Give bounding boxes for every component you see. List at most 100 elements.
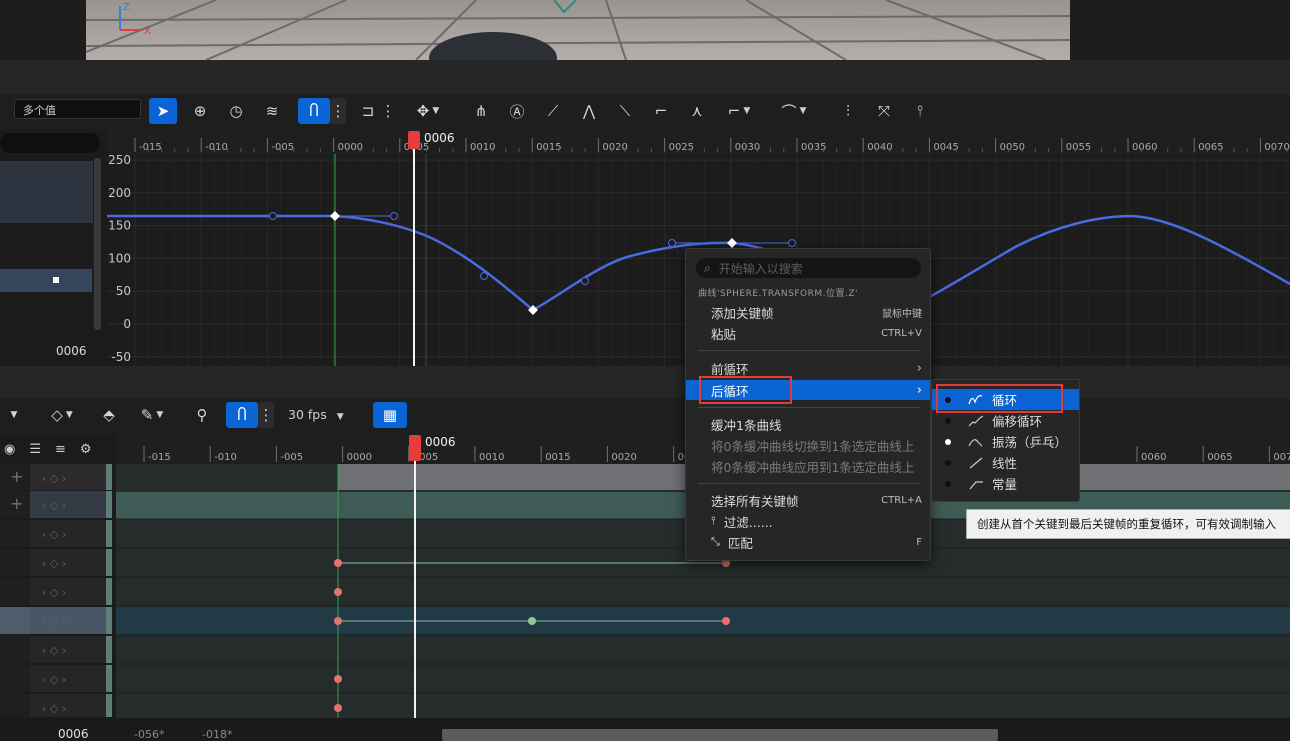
submenu-item-oscillate[interactable]: 振荡（乒乓） (932, 431, 1079, 452)
ruler-label: 0000 (338, 142, 363, 153)
curve-context-menu: ⌕ 开始输入以搜索 曲线'SPHERE.TRANSFORM.位置.Z' 添加关键… (685, 248, 931, 561)
key-nav-icons: ‹ ◇ › (42, 528, 66, 541)
submenu-item-offset-cycle[interactable]: 偏移循环 (932, 410, 1079, 431)
chevron-down-icon: ▼ (336, 412, 344, 422)
chevron-down-icon: ▼ (10, 410, 18, 420)
post-infinity-dropdown[interactable]: ⌒ ▼ (774, 98, 814, 124)
snap-time-button[interactable]: ⊐ (354, 98, 382, 124)
outliner-scrollbar[interactable] (94, 158, 101, 330)
track-color-strip (106, 491, 112, 518)
pencil-icon: ✎ (140, 406, 154, 424)
track-color-strip (106, 520, 112, 547)
view-start-frame[interactable]: -056* (134, 728, 164, 741)
more-vertical-icon: ⋮ (380, 102, 396, 120)
swap-buffer-item[interactable]: 将0条缓冲曲线切换到1条选定曲线上 (686, 435, 930, 455)
apply-buffer-item[interactable]: 将0条缓冲曲线应用到1条选定曲线上 (686, 456, 930, 476)
transform-tool-button[interactable]: ⊕ (186, 98, 214, 124)
add-key-item[interactable]: 添加关键帧 鼠标中键 (686, 302, 930, 322)
outliner-row-selected[interactable] (0, 161, 93, 223)
sequencer-snap-button[interactable]: Ⴖ (226, 402, 258, 428)
y-axis-label: -50 (111, 350, 131, 364)
ruler-label: -010 (214, 452, 237, 463)
outliner-search-input[interactable] (0, 133, 100, 153)
ruler-label: 0025 (669, 142, 694, 153)
snap-options-button[interactable]: ⋮ (258, 402, 274, 428)
fit-item[interactable]: ⤡ 匹配 F (686, 532, 930, 552)
view-end-frame[interactable]: -018* (202, 728, 232, 741)
fps-dropdown[interactable]: 30 fps ▼ (288, 407, 344, 422)
multi-scale-button[interactable]: ≋ (258, 98, 286, 124)
submenu-item-constant[interactable]: 常量 (932, 473, 1079, 494)
ruler-label: 0065 (1198, 142, 1223, 153)
snap-time-icon: ⊐ (361, 102, 375, 120)
bake-button[interactable]: ⤧ (870, 98, 898, 124)
track-keyframe (528, 617, 536, 625)
marker-button[interactable]: ⚲ (190, 402, 214, 428)
interp-constant-button[interactable]: ⌐ (647, 98, 675, 124)
playhead-line (414, 461, 416, 718)
timeline-scrollbar[interactable] (442, 729, 998, 741)
tangent-handle (668, 239, 676, 247)
select-all-keys-item[interactable]: 选择所有关键帧 CTRL+A (686, 490, 930, 510)
retime-tool-button[interactable]: ◷ (222, 98, 250, 124)
waves-icon: ≋ (265, 102, 279, 120)
value-field[interactable]: 多个值 (14, 99, 141, 119)
select-all-label: 选择所有关键帧 (711, 493, 799, 509)
framing-dropdown[interactable]: ✥ ▼ (406, 98, 450, 124)
tooltip: 创建从首个关键到最后关键帧的重复循环，可有效调制输入 (966, 509, 1290, 539)
submenu-label: 振荡（乒乓） (992, 435, 1068, 450)
tangent-break-icon: ⋀ (582, 102, 596, 120)
key-nav-icons: ‹ ◇ › (42, 586, 66, 599)
buffer-curve-label: 缓冲1条曲线 (711, 417, 782, 433)
ruler-label: 0065 (1207, 452, 1232, 463)
auto-key-button[interactable]: ⬘ (95, 402, 123, 428)
chevron-down-icon: ▼ (65, 410, 73, 420)
ruler-label: 0000 (347, 452, 372, 463)
menu-search-input[interactable]: ⌕ 开始输入以搜索 (696, 258, 921, 278)
filter-item[interactable]: ⫯ 过滤...... (686, 511, 930, 531)
tangent-handle (581, 277, 589, 285)
interp-linear-button[interactable]: ⟍ (611, 98, 639, 124)
pre-infinity-item[interactable]: 前循环 › (686, 358, 930, 378)
pre-infinity-dropdown[interactable]: ⌐ ▼ (719, 98, 759, 124)
curve-time-ruler[interactable]: -015-010-0050000000500100015002000250030… (107, 130, 1290, 154)
buffer-curve-item[interactable]: 缓冲1条曲线 (686, 414, 930, 434)
tangent-user-button[interactable]: ⟋ (539, 98, 567, 124)
submenu-item-linear[interactable]: 线性 (932, 452, 1079, 473)
key-interp-dropdown[interactable]: ◇ ▼ (44, 402, 80, 428)
edit-mode-dropdown[interactable]: ✎ ▼ (132, 402, 172, 428)
level-viewport[interactable]: Z X (86, 0, 1070, 60)
tangent-break-button[interactable]: ⋀ (575, 98, 603, 124)
curve-editor-toggle[interactable]: ▦ (373, 402, 407, 428)
filter-label: 过滤...... (723, 514, 773, 530)
filter-curve-button[interactable]: ⫯ (906, 98, 934, 124)
constant-icon (969, 480, 983, 489)
playhead-handle[interactable] (409, 435, 421, 461)
playhead-frame-label: 0006 (424, 131, 455, 145)
bake-icon: ⤧ (877, 102, 890, 120)
playback-options-dropdown[interactable]: ▼ (0, 402, 28, 428)
fit-label: 匹配 (727, 535, 753, 551)
ruler-label: 0055 (1066, 142, 1091, 153)
key-nav-icons: ‹ ◇ › (42, 673, 66, 686)
select-tool-button[interactable]: ➤ (149, 98, 177, 124)
ruler-label: 0035 (801, 142, 826, 153)
paste-item[interactable]: 粘贴 CTRL+V (686, 323, 930, 343)
flatten-button[interactable]: ⋏ (683, 98, 711, 124)
snap-time-options[interactable]: ⋮ (380, 98, 396, 124)
normalize-button[interactable]: ⫶ (834, 98, 862, 124)
snap-toggle-button[interactable]: Ⴖ (298, 98, 330, 124)
post-infinity-icon: ⌒ (781, 102, 797, 121)
track-name-cell (0, 636, 30, 663)
location-pin-icon: ⚲ (196, 406, 208, 424)
tangent-auto-button[interactable]: ⋔ (467, 98, 495, 124)
add-track-icon: + (10, 467, 23, 486)
ruler-label: 0015 (545, 452, 570, 463)
y-axis-label: 200 (108, 186, 131, 200)
outliner-row-z[interactable] (0, 269, 92, 292)
track-rows[interactable]: + ‹ ◇ › + ‹ ◇ › ‹ ◇ › ‹ ◇ › ‹ ◇ › ‹ ◇ › ‹ ◇ › ‹ ◇… (0, 434, 116, 718)
snap-options-button[interactable]: ⋮ (330, 98, 346, 124)
playhead-handle[interactable] (408, 131, 420, 149)
tangent-smart-auto-button[interactable]: Ⓐ (503, 98, 531, 124)
svg-text:Z: Z (123, 2, 130, 13)
